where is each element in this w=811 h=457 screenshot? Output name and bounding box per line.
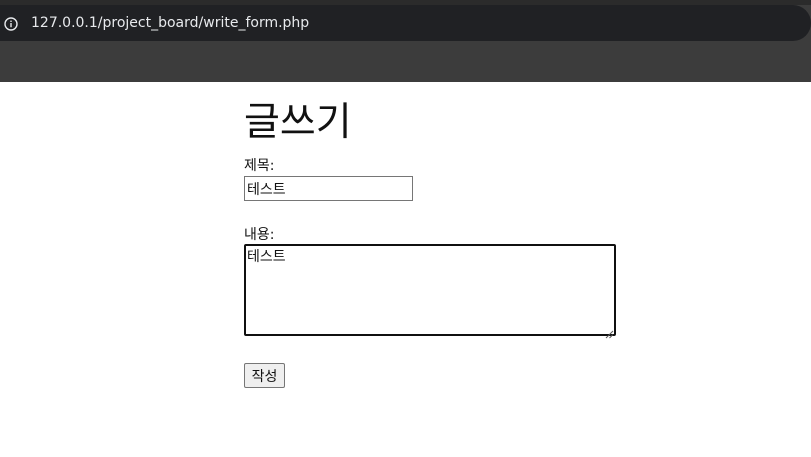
- resize-handle-icon[interactable]: [604, 324, 614, 339]
- page-title: 글쓰기: [244, 100, 352, 145]
- address-bar[interactable]: 127.0.0.1/project_board/write_form.php: [0, 5, 811, 41]
- browser-toolbar: 127.0.0.1/project_board/write_form.php: [0, 0, 811, 82]
- content-label: 내용:: [244, 227, 275, 243]
- content-textarea[interactable]: 테스트: [244, 244, 616, 336]
- title-label: 제목:: [244, 158, 275, 174]
- url-text[interactable]: 127.0.0.1/project_board/write_form.php: [31, 14, 309, 32]
- title-input[interactable]: [244, 176, 413, 201]
- info-icon[interactable]: [4, 16, 18, 31]
- submit-button[interactable]: 작성: [244, 363, 285, 388]
